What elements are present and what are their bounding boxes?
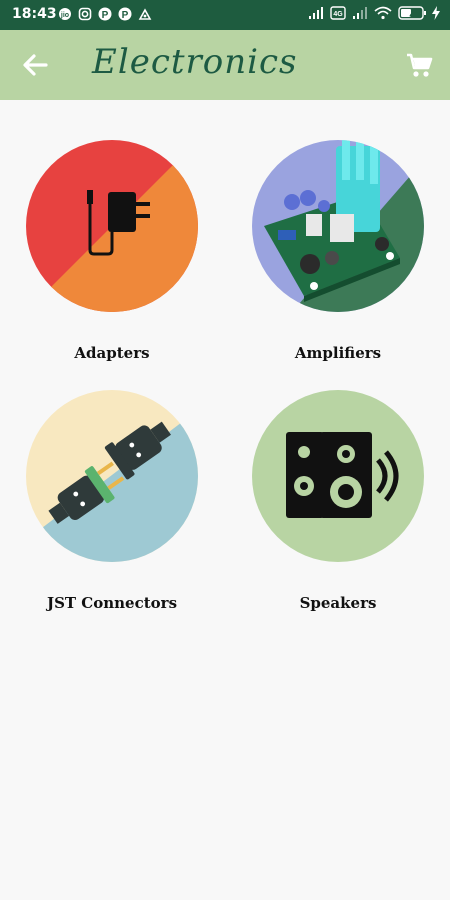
- paytm-icon: P: [98, 6, 112, 22]
- category-label: Amplifiers: [294, 344, 382, 362]
- volte-icon: 4G: [330, 6, 346, 25]
- category-tile-jst-connectors[interactable]: JST Connectors: [22, 390, 202, 612]
- svg-text:P: P: [122, 10, 129, 21]
- battery-level: 43: [409, 10, 421, 21]
- category-image: [26, 140, 198, 312]
- status-bar: 18:43 jio P P 4G 43: [0, 0, 450, 30]
- signal-icon-2: [352, 6, 368, 25]
- category-image: [252, 140, 424, 312]
- svg-text:P: P: [102, 10, 109, 21]
- category-tile-speakers[interactable]: Speakers: [248, 390, 428, 612]
- category-label: JST Connectors: [46, 594, 178, 612]
- notification-icons: jio P P: [58, 6, 152, 22]
- arrow-back-icon: [23, 54, 48, 76]
- svg-text:4G: 4G: [333, 11, 343, 18]
- status-time: 18:43: [12, 6, 57, 22]
- status-right: 4G 43: [308, 5, 440, 26]
- category-tile-amplifiers[interactable]: Amplifiers: [248, 140, 428, 362]
- page-title: Electronics: [92, 42, 298, 82]
- instagram-icon: [78, 6, 92, 22]
- category-tile-adapters[interactable]: Adapters: [22, 140, 202, 362]
- back-button[interactable]: [18, 50, 52, 80]
- category-image: [26, 390, 198, 562]
- app-icon: [138, 6, 152, 22]
- signal-icon: [308, 6, 324, 25]
- category-label: Adapters: [74, 344, 150, 362]
- wifi-icon: [374, 6, 392, 25]
- jio-icon: jio: [58, 6, 72, 22]
- charging-icon: [432, 6, 440, 25]
- app-bar: Electronics: [0, 30, 450, 100]
- cart-icon: [407, 53, 433, 77]
- category-image: [252, 390, 424, 562]
- paytm-icon: P: [118, 6, 132, 22]
- cart-button[interactable]: [404, 50, 434, 80]
- svg-text:jio: jio: [60, 12, 69, 19]
- category-label: Speakers: [299, 594, 377, 612]
